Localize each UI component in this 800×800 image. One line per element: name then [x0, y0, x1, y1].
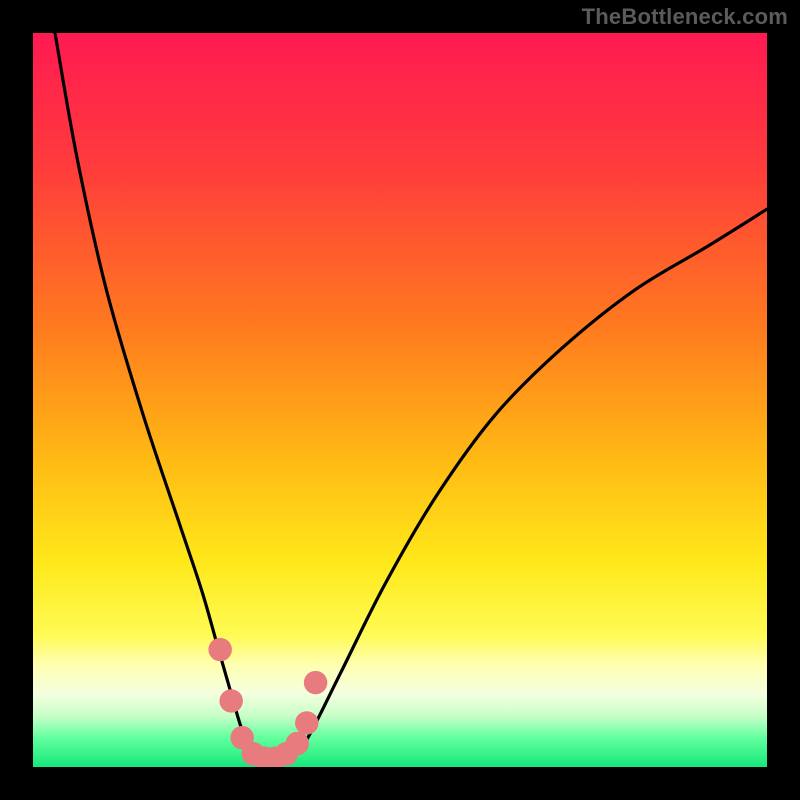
reference-point: [304, 671, 327, 694]
watermark-text: TheBottleneck.com: [582, 4, 788, 30]
chart-frame: TheBottleneck.com: [0, 0, 800, 800]
chart-svg: [0, 0, 800, 800]
reference-point: [208, 638, 231, 661]
reference-point: [295, 711, 318, 734]
reference-point: [219, 689, 242, 712]
reference-point: [286, 732, 309, 755]
plot-background: [33, 33, 767, 767]
